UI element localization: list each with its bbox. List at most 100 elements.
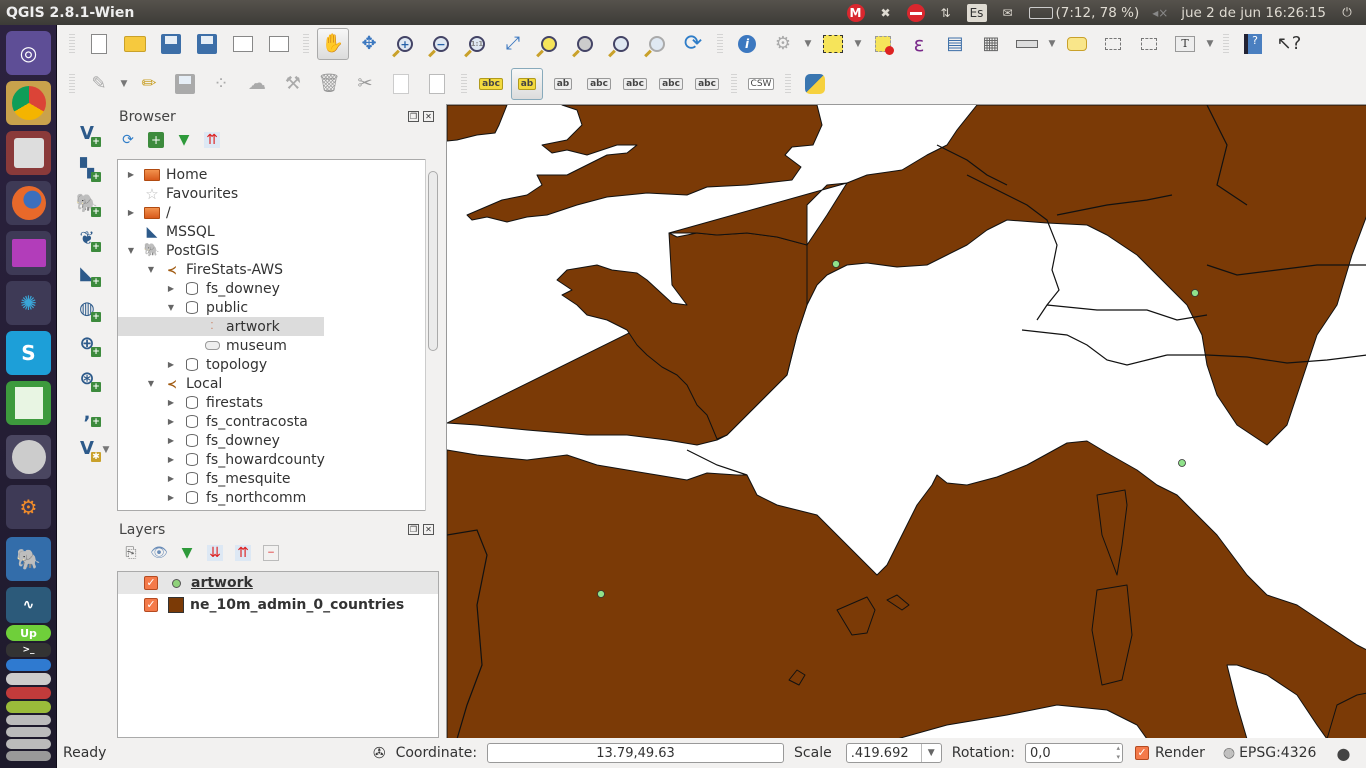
stop-icon[interactable] [906, 3, 925, 22]
float-panel-icon[interactable]: ❐ [408, 111, 419, 122]
csw-button[interactable]: CSW [745, 68, 777, 100]
delete-selected-button[interactable]: 🗑 [313, 68, 345, 100]
browser-tree-item[interactable]: ▶ topology [118, 355, 438, 374]
add-vector-layer-button[interactable]: V + [73, 119, 101, 147]
measure-dropdown[interactable]: ▼ [1047, 39, 1057, 49]
expand-arrow-icon[interactable]: ▶ [166, 493, 176, 502]
help-button[interactable]: ? [1237, 28, 1269, 60]
launcher-mysql-workbench[interactable]: ∿ [6, 587, 51, 623]
show-bookmarks-button[interactable] [1133, 28, 1165, 60]
toolbar-grip[interactable] [69, 34, 75, 54]
keyboard-icon[interactable]: Es [966, 3, 987, 22]
browser-tree-item[interactable]: ▶ fs_northcomm [118, 488, 438, 507]
save-edits-button[interactable] [169, 68, 201, 100]
launcher-ubuntu-dash[interactable]: ◎ [6, 31, 51, 75]
current-edits-dropdown[interactable]: ▼ [119, 79, 129, 89]
scale-dropdown-icon[interactable]: ▼ [920, 744, 941, 762]
remove-layer-icon[interactable]: − [263, 545, 279, 561]
layer-item[interactable]: ✓ ne_10m_admin_0_countries [118, 594, 438, 616]
expand-arrow-icon[interactable]: ▶ [166, 360, 176, 369]
add-feature-button[interactable]: ⁘ [205, 68, 237, 100]
add-wfs-layer-button[interactable]: ⊛ + [73, 364, 101, 392]
expand-all-icon[interactable]: ⇊ [207, 545, 223, 561]
refresh-button[interactable]: ⟳ [677, 28, 709, 60]
new-print-composer-button[interactable] [227, 28, 259, 60]
browser-tree-item[interactable]: ▶ fs_downey [118, 279, 438, 298]
launcher-skype[interactable]: S [6, 331, 51, 375]
run-action-dropdown[interactable]: ▼ [803, 39, 813, 49]
statistics-button[interactable]: ▦ [975, 28, 1007, 60]
zoom-native-button[interactable]: 1:1 [461, 28, 493, 60]
toolbar-grip[interactable] [717, 34, 723, 54]
text-annotation-button[interactable]: T [1169, 28, 1201, 60]
show-hide-labels-button[interactable]: abc [583, 68, 615, 100]
spin-arrows-icon[interactable]: ▴ ▾ [1116, 744, 1120, 762]
map-tips-button[interactable] [1061, 28, 1093, 60]
layer-visibility-checkbox[interactable]: ✓ [144, 576, 158, 590]
launcher-text-editor[interactable] [6, 673, 51, 685]
toolbar-grip[interactable] [731, 74, 737, 94]
browser-tree-item[interactable]: ▶ / [118, 203, 438, 222]
refresh-icon[interactable]: ⟳ [120, 132, 136, 148]
measure-button[interactable] [1011, 28, 1043, 60]
filter-icon[interactable]: ▼ [176, 132, 192, 148]
highlight-pinned-labels-button[interactable]: ab [547, 68, 579, 100]
launcher-app-red[interactable] [6, 687, 51, 699]
close-panel-icon[interactable]: ✕ [423, 111, 434, 122]
open-project-button[interactable] [119, 28, 151, 60]
float-panel-icon[interactable]: ❐ [408, 524, 419, 535]
new-project-button[interactable] [83, 28, 115, 60]
attribute-table-button[interactable]: ▤ [939, 28, 971, 60]
mega-icon[interactable]: M [846, 3, 865, 22]
messages-icon[interactable]: ● [1336, 744, 1350, 763]
crs-status[interactable]: EPSG:4326 [1239, 745, 1316, 761]
crs-globe-icon[interactable]: ◍ [1223, 745, 1235, 761]
rotate-label-button[interactable]: abc [655, 68, 687, 100]
zoom-last-button[interactable] [605, 28, 637, 60]
browser-tree-item[interactable]: ▶ fs_downey [118, 431, 438, 450]
node-tool-button[interactable]: ⚒ [277, 68, 309, 100]
launcher-gimp[interactable] [6, 435, 51, 479]
layer-item[interactable]: ✓ artwork [118, 572, 438, 594]
browser-tree-item[interactable]: ▶ fs_contracosta [118, 412, 438, 431]
artwork-point[interactable] [832, 260, 840, 268]
rotation-spinbox[interactable]: 0,0 ▴ ▾ [1025, 743, 1123, 763]
launcher-libreoffice-calc[interactable] [6, 381, 51, 425]
run-action-button[interactable]: ⚙ [767, 28, 799, 60]
add-mssql-layer-button[interactable]: ◣ + [73, 259, 101, 287]
toolbar-grip[interactable] [1223, 34, 1229, 54]
close-panel-icon[interactable]: ✕ [423, 524, 434, 535]
browser-tree-item[interactable]: ▶ fs_mesquite [118, 469, 438, 488]
browser-tree-item[interactable]: ⁚ artwork [118, 317, 324, 336]
toolbar-grip[interactable] [303, 34, 309, 54]
filter-legend-icon[interactable]: ▼ [179, 545, 195, 561]
annotation-dropdown[interactable]: ▼ [1205, 39, 1215, 49]
launcher-shutter[interactable]: ✺ [6, 281, 51, 325]
toggle-editing-button[interactable]: ✏ [133, 68, 165, 100]
dropbox-icon[interactable]: ✖ [877, 4, 895, 22]
browser-tree-item[interactable]: ▶ fs_howardcounty [118, 450, 438, 469]
collapse-arrow-icon[interactable]: ▼ [166, 303, 176, 312]
collapse-arrow-icon[interactable]: ▼ [146, 265, 156, 274]
toolbar-grip[interactable] [461, 74, 467, 94]
zoom-in-button[interactable]: + [389, 28, 421, 60]
add-postgis-layer-button[interactable]: 🐘 + [73, 189, 101, 217]
new-shapefile-layer-button[interactable]: V ✱ [73, 434, 101, 462]
paste-features-button[interactable] [421, 68, 453, 100]
current-edits-button[interactable]: ✎ [83, 68, 115, 100]
artwork-point[interactable] [1178, 459, 1186, 467]
select-dropdown[interactable]: ▼ [853, 39, 863, 49]
save-project-button[interactable] [155, 28, 187, 60]
zoom-to-layer-button[interactable] [569, 28, 601, 60]
browser-tree-item[interactable]: ▼ public [118, 298, 438, 317]
add-wms-layer-button[interactable]: ◍ + [73, 294, 101, 322]
copy-features-button[interactable] [385, 68, 417, 100]
pan-to-selection-button[interactable]: ✥ [353, 28, 385, 60]
launcher-workspace-3[interactable] [6, 739, 51, 749]
change-label-button[interactable]: abc [691, 68, 723, 100]
browser-tree-item[interactable]: ◣ MSSQL [118, 222, 438, 241]
zoom-full-button[interactable]: ⤢ [497, 28, 529, 60]
browser-tree-item[interactable]: museum [118, 336, 438, 355]
scrollbar-thumb[interactable] [428, 171, 438, 351]
zoom-out-button[interactable]: − [425, 28, 457, 60]
